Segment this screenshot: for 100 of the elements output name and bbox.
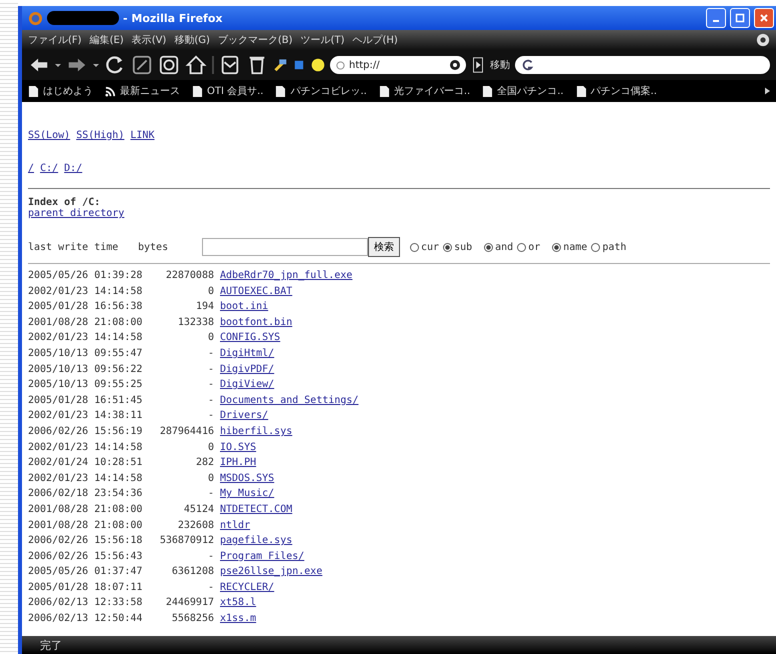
dropdown-icon[interactable] — [55, 62, 61, 68]
drive-link[interactable]: / — [28, 163, 34, 174]
minimize-icon — [713, 20, 719, 22]
file-link[interactable]: Program Files/ — [220, 548, 304, 564]
radio-label: name — [563, 242, 588, 252]
bookmark-item[interactable]: パチンコビレッ.. — [275, 84, 367, 98]
bookmark-item[interactable]: はじめよう — [28, 84, 93, 98]
size-cell-text: 132338 — [176, 316, 214, 330]
file-link[interactable]: Documents and Settings/ — [220, 392, 358, 408]
radio-button[interactable] — [410, 242, 419, 252]
address-field[interactable]: http:// — [330, 56, 466, 74]
file-link[interactable]: DigiHtml/ — [220, 346, 274, 362]
date-cell-text: 2005/01/28 18:07:11 — [28, 580, 144, 595]
menu-item[interactable]: ブックマーク(B) — [218, 33, 293, 47]
file-link[interactable]: RECYCLER/ — [220, 580, 274, 596]
date-cell-text: 2005/10/13 09:55:47 — [28, 346, 144, 361]
file-link[interactable]: hiberfil.sys — [220, 424, 292, 440]
file-link[interactable]: IO.SYS — [220, 440, 256, 456]
menu-item[interactable]: 移動(G) — [174, 33, 210, 47]
search-input[interactable] — [202, 238, 368, 256]
redaction-mark — [47, 11, 119, 25]
history-icon[interactable] — [158, 54, 180, 76]
link[interactable]: LINK — [130, 130, 154, 141]
maximize-button[interactable] — [730, 8, 750, 28]
file-link[interactable]: AdbeRdr70_jpn_full.exe — [220, 268, 352, 284]
menu-item[interactable]: 表示(V) — [132, 33, 166, 47]
file-link[interactable]: xt58.l — [220, 595, 256, 612]
date-cell-text: 2006/02/26 15:56:18 — [28, 534, 144, 548]
stop-icon[interactable] — [131, 54, 153, 76]
bookmark-item[interactable]: 光ファイバーコ.. — [378, 84, 470, 98]
size-cell-text: - — [206, 362, 214, 377]
size-cell-text: 22870088 — [164, 269, 214, 283]
size-cell-text: 536870912 — [158, 534, 214, 548]
bookmark-item[interactable]: OTI 会員サ.. — [192, 84, 264, 98]
radio-label: or — [528, 242, 540, 252]
dropdown-icon[interactable] — [93, 62, 99, 68]
file-link[interactable]: AUTOEXEC.BAT — [220, 284, 292, 300]
file-link[interactable]: Drivers/ — [220, 408, 268, 424]
size-cell-text: 24469917 — [164, 596, 214, 610]
file-link[interactable]: DigiView/ — [220, 377, 274, 393]
link[interactable]: SS(High) — [76, 130, 124, 141]
radio-button[interactable] — [552, 242, 562, 252]
radio-button[interactable] — [517, 242, 526, 252]
size-cell-text: - — [206, 346, 214, 361]
firefox-icon — [28, 10, 43, 26]
file-link[interactable]: IPH.PH — [220, 455, 256, 471]
bookmark-item[interactable]: 全国パチンコ.. — [482, 84, 564, 98]
size-cell-text: 0 — [206, 331, 214, 346]
play-icon[interactable] — [471, 56, 485, 74]
home-icon[interactable] — [185, 54, 207, 76]
file-link[interactable]: x1ss.m — [220, 611, 256, 627]
file-link[interactable]: DigivPDF/ — [220, 362, 274, 378]
radio-button[interactable] — [591, 242, 600, 252]
date-cell-text: 2002/01/23 14:14:58 — [28, 284, 144, 299]
close-button[interactable] — [754, 8, 774, 28]
drive-link[interactable]: C:/ — [40, 163, 58, 174]
radio-button[interactable] — [443, 242, 452, 252]
bookmark-item[interactable]: パチンコ偶案.. — [576, 84, 657, 98]
page-heading: Index of /C: — [28, 197, 102, 208]
menu-item[interactable]: ファイル(F) — [28, 33, 82, 47]
file-link[interactable]: My Music/ — [220, 486, 274, 502]
file-link[interactable]: pagefile.sys — [220, 533, 292, 549]
size-cell-text: - — [206, 550, 214, 564]
file-link[interactable]: NTDETECT.COM — [220, 502, 292, 518]
close-icon — [759, 13, 769, 23]
file-link[interactable]: bootfont.bin — [220, 314, 292, 330]
minimize-button[interactable] — [706, 8, 726, 28]
column-header: last write time — [28, 242, 120, 252]
date-cell-text: 2006/02/18 23:54:36 — [28, 487, 144, 502]
size-cell-text: 5568256 — [170, 612, 214, 626]
menu-item[interactable]: ツール(T) — [300, 33, 344, 47]
link[interactable]: SS(Low) — [28, 130, 70, 141]
file-link[interactable]: pse26llse_jpn.exe — [220, 564, 322, 580]
date-cell-text: 2006/02/26 15:56:43 — [28, 550, 144, 564]
go-button[interactable]: 移動 — [490, 58, 510, 72]
file-link[interactable]: MSDOS.SYS — [220, 470, 274, 486]
size-cell-text: - — [206, 487, 214, 502]
radio-button[interactable] — [484, 242, 494, 252]
search-field[interactable] — [515, 56, 770, 74]
menu-item[interactable]: 編集(E) — [90, 33, 124, 47]
mail-icon[interactable] — [219, 54, 241, 76]
menu-item[interactable]: ヘルプ(H) — [352, 33, 398, 47]
feed-icon — [105, 84, 116, 98]
size-cell-text: - — [206, 394, 214, 408]
radio-label: cur — [421, 242, 440, 252]
file-link[interactable]: ntldr — [220, 518, 250, 534]
more-icon[interactable] — [765, 87, 770, 95]
go-dot-icon[interactable] — [450, 60, 460, 70]
search-button[interactable]: 検索 — [368, 237, 400, 257]
file-link[interactable]: boot.ini — [220, 299, 268, 315]
date-cell-text: 2006/02/13 12:33:58 — [28, 596, 144, 610]
date-cell-text: 2005/05/26 01:37:47 — [28, 565, 144, 580]
bookmark-item[interactable]: 最新ニュース — [105, 84, 180, 98]
file-link[interactable]: CONFIG.SYS — [220, 330, 280, 346]
drive-link[interactable]: D:/ — [64, 163, 82, 174]
page-icon — [378, 84, 390, 98]
parent-link[interactable]: parent directory — [28, 208, 124, 219]
size-cell-text: 232608 — [176, 518, 214, 532]
size-cell-text: 194 — [194, 300, 214, 314]
search-engine-icon[interactable] — [521, 58, 535, 72]
